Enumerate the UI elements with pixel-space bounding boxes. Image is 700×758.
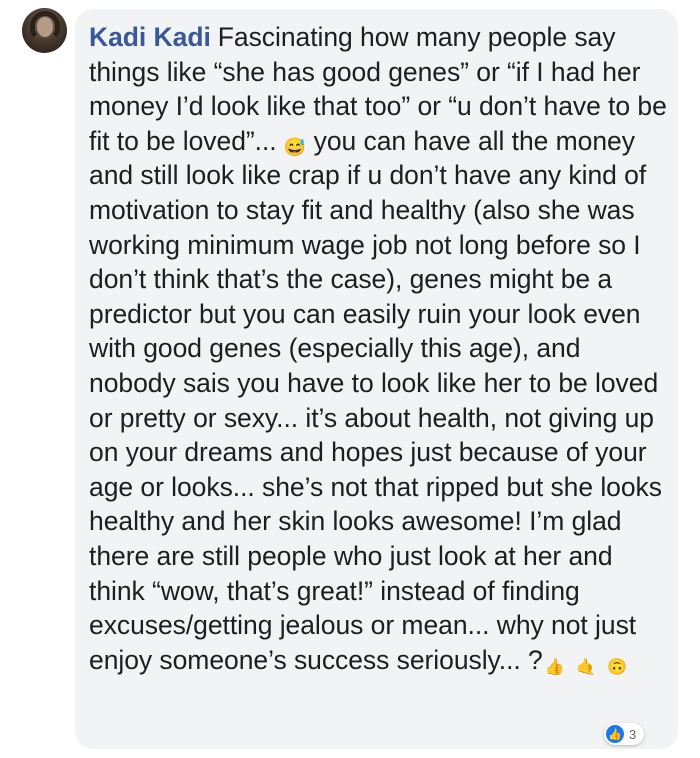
comment: Kadi Kadi Fascinating how many people say…: [0, 0, 700, 758]
avatar[interactable]: [22, 8, 67, 53]
comment-body: Kadi Kadi Fascinating how many people say…: [89, 20, 674, 677]
sweat-smile-emoji-icon: 😅: [283, 136, 307, 157]
thumbs-up-emoji-icon: 👍: [544, 658, 565, 676]
reaction-summary[interactable]: 👍 3: [604, 723, 645, 745]
comment-text-part-2: you can have all the money and still loo…: [89, 125, 662, 675]
like-icon: 👍: [606, 725, 624, 743]
reaction-count: 3: [629, 726, 637, 742]
upside-down-emoji-icon: 🙃: [607, 658, 628, 676]
author-name[interactable]: Kadi Kadi: [89, 22, 211, 52]
call-me-emoji-icon: 🤙: [575, 658, 596, 676]
